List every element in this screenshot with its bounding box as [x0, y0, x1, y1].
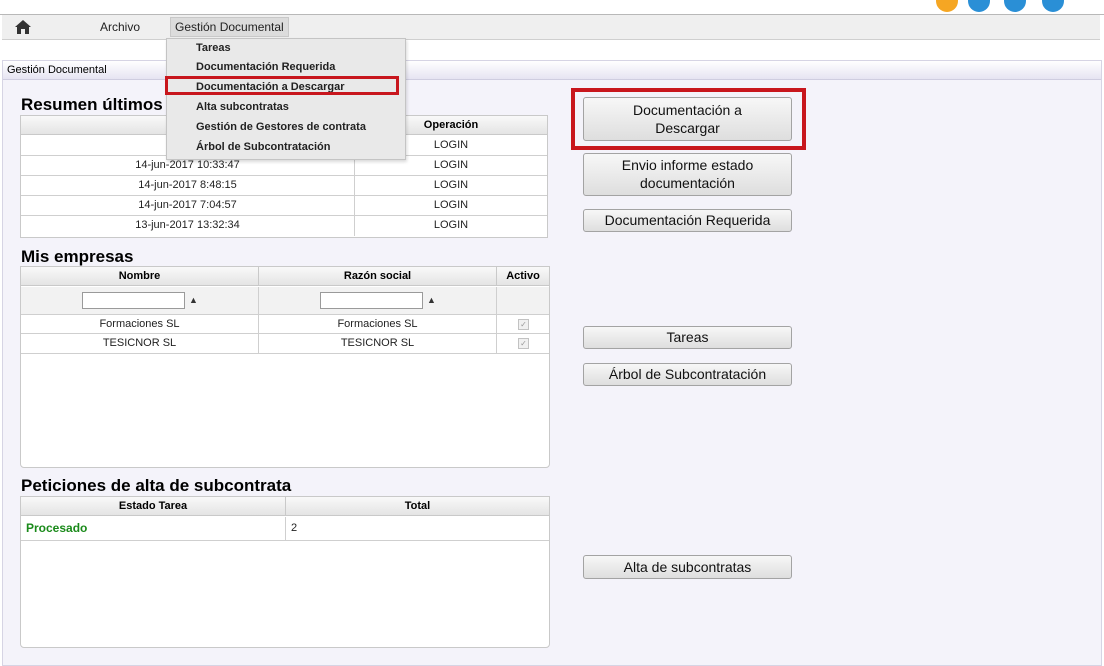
table-row-fecha: 13-jun-2017 13:32:34 [21, 216, 355, 236]
peticiones-heading: Peticiones de alta de subcontrata [21, 476, 292, 495]
activo-checkbox[interactable]: ✓ [518, 319, 529, 330]
empresas-col-nombre[interactable]: Nombre [21, 267, 259, 286]
panel-title: Gestión Documental [7, 64, 107, 76]
arbol-subcontratacion-button[interactable]: Árbol de Subcontratación [583, 363, 792, 386]
dropdown-item-tareas[interactable]: Tareas [196, 42, 231, 54]
table-row-total: 2 [286, 517, 549, 541]
razon-filter-input[interactable] [320, 292, 423, 309]
doc-descargar-label-1: Documentación a [633, 102, 742, 118]
dropdown-item-alta-subcontratas[interactable]: Alta subcontratas [196, 101, 289, 113]
home-icon[interactable] [14, 19, 32, 35]
table-row-operacion: LOGIN [433, 219, 469, 231]
peticiones-col-total[interactable]: Total [286, 497, 549, 516]
alta-subcontratas-button[interactable]: Alta de subcontratas [583, 555, 792, 579]
orange-circle-icon [936, 0, 958, 12]
doc-descargar-label-2: Descargar [655, 120, 720, 136]
table-row-operacion: LOGIN [355, 176, 547, 196]
dropdown-item-documentacion-requerida[interactable]: Documentación Requerida [196, 61, 335, 73]
gestion-documental-dropdown: Tareas Documentación Requerida Documenta… [165, 38, 406, 160]
peticiones-table: Estado Tarea Total Procesado 2 [20, 496, 550, 648]
table-row-razon: Formaciones SL [259, 315, 497, 334]
table-row-nombre: Formaciones SL [21, 315, 259, 334]
blue-circle-icon [1004, 0, 1026, 12]
mis-empresas-heading: Mis empresas [21, 247, 134, 266]
dropdown-item-arbol-subcontratacion[interactable]: Árbol de Subcontratación [196, 141, 330, 153]
dropdown-item-gestores-contrata[interactable]: Gestión de Gestores de contrata [196, 121, 366, 133]
empresas-col-razon-social[interactable]: Razón social [259, 267, 497, 286]
table-row-estado[interactable]: Procesado [21, 517, 286, 541]
resumen-heading: Resumen últimos [21, 95, 163, 114]
envio-informe-label-2: documentación [640, 175, 735, 191]
menu-bar: Archivo Gestión Documental [2, 15, 1100, 40]
sort-arrows-icon[interactable]: ▲ [189, 295, 198, 305]
sort-arrows-icon[interactable]: ▲ [427, 295, 436, 305]
empresas-col-activo[interactable]: Activo [497, 267, 549, 286]
menu-archivo[interactable]: Archivo [96, 18, 144, 36]
table-row-razon: TESICNOR SL [259, 334, 497, 354]
table-row-fecha: 14-jun-2017 8:48:15 [21, 176, 355, 196]
table-row-fecha: 14-jun-2017 7:04:57 [21, 196, 355, 216]
doc-requerida-button[interactable]: Documentación Requerida [583, 209, 792, 232]
blue-circle-icon [1042, 0, 1064, 12]
envio-informe-button[interactable]: Envio informe estado documentación [583, 153, 792, 196]
activo-checkbox[interactable]: ✓ [518, 338, 529, 349]
empresas-table: Nombre Razón social Activo ▲ ▲ Formacion… [20, 266, 550, 468]
peticiones-col-estado[interactable]: Estado Tarea [21, 497, 286, 516]
envio-informe-label-1: Envio informe estado [621, 157, 754, 173]
tareas-button[interactable]: Tareas [583, 326, 792, 349]
table-row-operacion: LOGIN [355, 196, 547, 216]
menu-gestion-documental[interactable]: Gestión Documental [170, 17, 289, 37]
table-row-nombre: TESICNOR SL [21, 334, 259, 354]
window-top-bar [0, 0, 1104, 15]
filter-cell-activo [497, 287, 549, 315]
blue-circle-icon [968, 0, 990, 12]
nombre-filter-input[interactable] [82, 292, 185, 309]
dropdown-highlight [165, 76, 399, 95]
doc-descargar-button[interactable]: Documentación a Descargar [583, 97, 792, 141]
